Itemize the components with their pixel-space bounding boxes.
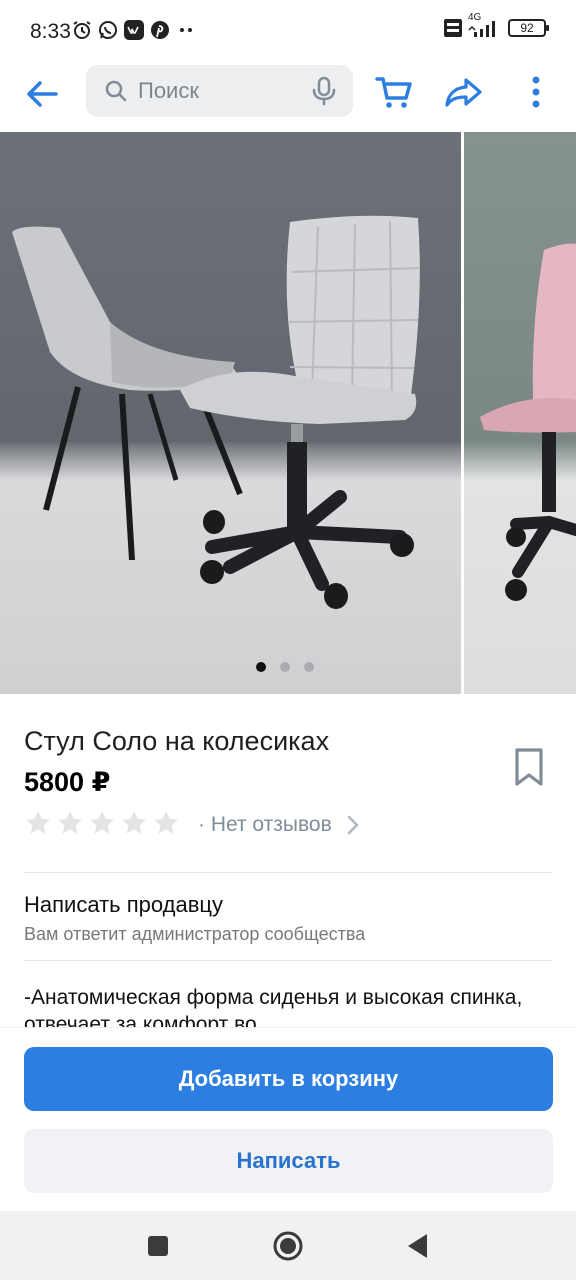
- vk-icon: [124, 20, 144, 40]
- search-icon: [105, 80, 127, 102]
- write-button[interactable]: Написать: [24, 1129, 553, 1193]
- bookmark-icon[interactable]: [510, 746, 548, 788]
- pinterest-icon: [150, 20, 170, 40]
- home-circle-icon[interactable]: [271, 1229, 305, 1263]
- star-icon: [58, 811, 82, 834]
- recents-square-icon[interactable]: [141, 1229, 175, 1263]
- add-to-cart-button[interactable]: Добавить в корзину: [24, 1047, 553, 1111]
- gallery-dots: [256, 662, 314, 672]
- divider: [24, 872, 552, 873]
- star-icon: [26, 811, 50, 834]
- gallery-dot: [304, 662, 314, 672]
- back-triangle-icon[interactable]: [401, 1229, 435, 1263]
- pink-chair-image: [480, 243, 576, 601]
- signal-icon: 4G: [468, 12, 502, 38]
- status-time: 8:33: [30, 20, 71, 43]
- chairs-image: [12, 215, 421, 609]
- reviews-link[interactable]: · Нет отзывов: [198, 813, 362, 837]
- rating-stars: [24, 809, 180, 837]
- star-icon: [154, 811, 178, 834]
- network-type: 4G: [468, 12, 482, 23]
- search-input[interactable]: Поиск: [86, 65, 353, 117]
- status-right: 4G 92: [444, 12, 549, 38]
- product-gallery[interactable]: [0, 132, 576, 694]
- write-seller-item[interactable]: Написать продавцу Вам ответит администра…: [24, 892, 365, 945]
- microphone-icon[interactable]: [311, 76, 337, 106]
- back-arrow-icon[interactable]: [22, 74, 62, 114]
- notification-icons: [72, 20, 196, 40]
- share-icon[interactable]: [444, 72, 484, 112]
- write-seller-title: Написать продавцу: [24, 892, 223, 917]
- volte-icon: [444, 19, 462, 37]
- more-dots-icon: [176, 20, 196, 40]
- product-description: -Анатомическая форма сиденья и высокая с…: [24, 986, 523, 1030]
- write-seller-subtitle: Вам ответит администратор сообщества: [24, 924, 366, 944]
- chevron-right-icon: [347, 815, 359, 835]
- screen: 8:33 4G 92 Поиск Стул Соло на колесиках …: [0, 0, 576, 1280]
- star-icon: [122, 811, 146, 834]
- product-photo-2[interactable]: [464, 132, 576, 694]
- top-toolbar: Поиск: [0, 64, 576, 132]
- alarm-icon: [72, 20, 92, 40]
- status-bar: 8:33 4G 92: [0, 0, 576, 64]
- gallery-dot: [280, 662, 290, 672]
- star-icon: [90, 811, 114, 834]
- search-placeholder: Поиск: [138, 78, 199, 103]
- whatsapp-icon: [98, 20, 118, 40]
- more-vertical-icon[interactable]: [516, 72, 556, 112]
- gallery-dot-active: [256, 662, 266, 672]
- product-price: 5800 ₽: [24, 767, 111, 797]
- bottom-actions: Добавить в корзину Написать: [0, 1027, 576, 1211]
- divider: [24, 960, 552, 961]
- product-title: Стул Соло на колесиках: [24, 726, 330, 756]
- product-photo-1[interactable]: [0, 132, 461, 694]
- reviews-label: · Нет отзывов: [198, 813, 332, 836]
- cart-icon[interactable]: [374, 72, 414, 112]
- system-navbar: [0, 1211, 576, 1280]
- battery-icon: 92: [508, 19, 549, 37]
